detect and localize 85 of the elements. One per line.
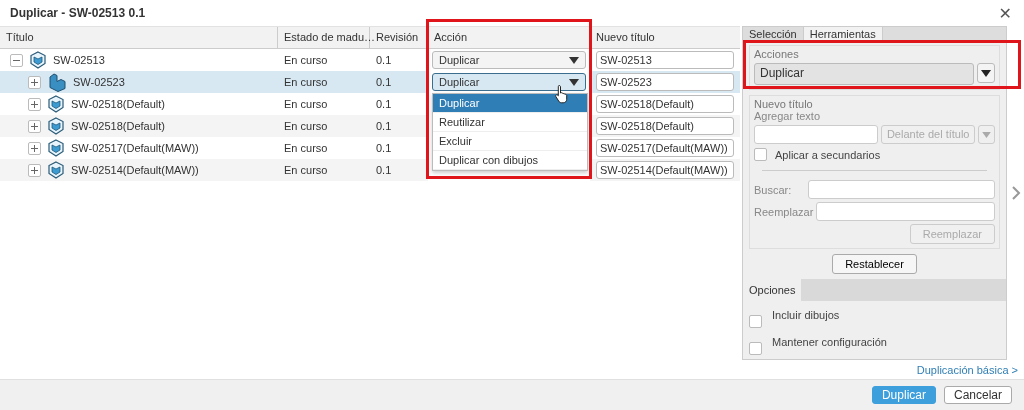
search-field[interactable] <box>808 180 995 199</box>
expand-toggle[interactable] <box>28 119 41 133</box>
tree-item[interactable]: SW-02518(Default) <box>0 115 278 137</box>
table-cell-text: 0.1 <box>375 141 393 156</box>
new-title-field[interactable]: SW-02514(Default(MAW)) <box>596 161 734 179</box>
basic-duplication-link[interactable]: Duplicación básica > <box>916 363 1018 376</box>
caret-icon <box>569 56 579 64</box>
new-title-field[interactable]: SW-02513 <box>596 51 734 69</box>
dropdown-option[interactable]: Duplicar con dibujos <box>433 151 587 170</box>
expand-toggle[interactable] <box>28 163 41 177</box>
checkbox-label: Incluir dibujos <box>772 309 840 321</box>
window-title: Duplicar - SW-02513 0.1 <box>10 6 146 20</box>
reset-button[interactable]: Restablecer <box>832 254 917 274</box>
table-cell-text: En curso <box>283 97 329 112</box>
checkbox[interactable] <box>749 315 762 328</box>
plus-icon <box>30 143 39 153</box>
new-title-field[interactable]: SW-02517(Default(MAW)) <box>596 139 734 157</box>
new-title-field[interactable]: SW-02518(Default) <box>596 117 734 135</box>
add-text-field[interactable] <box>754 125 878 144</box>
table-cell-text: En curso <box>283 53 329 68</box>
expand-toggle[interactable] <box>28 141 41 155</box>
item-title: SW-02517(Default(MAW)) <box>71 142 199 154</box>
plus-icon <box>30 99 39 109</box>
action-dropdown[interactable]: Duplicar <box>432 73 586 91</box>
item-title: SW-02523 <box>73 76 125 88</box>
column-header[interactable]: Título <box>0 27 278 48</box>
plus-icon <box>30 121 39 131</box>
item-title: SW-02518(Default) <box>71 120 165 132</box>
cube-icon <box>47 161 65 179</box>
tree-item[interactable]: SW-02517(Default(MAW)) <box>0 137 278 159</box>
chevron-right-icon[interactable] <box>1010 185 1021 201</box>
column-header[interactable]: Revisión <box>370 27 428 48</box>
tree-item[interactable]: SW-02513 <box>0 49 278 71</box>
cube-icon <box>47 95 65 113</box>
table-cell-text: En curso <box>283 141 329 156</box>
checkbox-label: Aplicar a secundarios <box>775 148 881 161</box>
plus-icon <box>30 77 39 87</box>
field-label: Agregar texto <box>754 110 822 122</box>
expand-toggle[interactable] <box>28 75 41 89</box>
column-header[interactable]: Nuevo título <box>590 27 740 48</box>
table-cell: En curso <box>278 71 370 93</box>
cancel-button[interactable]: Cancelar <box>943 386 1012 404</box>
caret-icon <box>982 131 992 138</box>
cube-icon <box>47 117 65 135</box>
action-dropdown[interactable]: Duplicar <box>432 51 586 69</box>
table-cell: 0.1 <box>370 159 428 181</box>
dropdown-option[interactable]: Reutilizar <box>433 113 587 132</box>
item-title: SW-02514(Default(MAW)) <box>71 164 199 176</box>
panel-tab[interactable]: Herramientas <box>803 27 883 41</box>
plus-icon <box>30 165 39 175</box>
table-cell-text: 0.1 <box>375 53 393 68</box>
column-header[interactable]: Acción <box>428 27 590 48</box>
replace-field[interactable] <box>816 202 995 221</box>
dropdown-button[interactable] <box>977 63 995 83</box>
dropdown-option[interactable]: Duplicar <box>433 94 587 113</box>
group-label: Acciones <box>754 48 800 60</box>
actions-dropdown[interactable]: Duplicar <box>754 63 974 85</box>
block-icon <box>47 72 67 92</box>
table-cell: 0.1 <box>370 115 428 137</box>
tree-item[interactable]: SW-02514(Default(MAW)) <box>0 159 278 181</box>
checkbox[interactable] <box>754 148 767 161</box>
tree-item[interactable]: SW-02518(Default) <box>0 93 278 115</box>
expand-toggle[interactable] <box>10 53 23 67</box>
field-label: Buscar: <box>754 183 792 196</box>
field-label: Reemplazar <box>754 205 814 218</box>
cube-icon <box>47 139 65 157</box>
table-cell: En curso <box>278 159 370 181</box>
table-cell: 0.1 <box>370 71 428 93</box>
table-cell: En curso <box>278 115 370 137</box>
tree-item[interactable]: SW-02523 <box>0 71 278 93</box>
cube-icon <box>29 51 47 69</box>
caret-icon <box>981 69 991 77</box>
table-cell-text: 0.1 <box>375 97 393 112</box>
item-title: SW-02518(Default) <box>71 98 165 110</box>
caret-icon <box>569 78 579 86</box>
group-label: Nuevo título <box>754 98 814 110</box>
close-button[interactable]: ✕ <box>994 3 1016 23</box>
dropdown-option[interactable]: Excluir <box>433 132 587 151</box>
checkbox[interactable] <box>749 342 762 355</box>
item-title: SW-02513 <box>53 54 105 66</box>
new-title-field[interactable]: SW-02523 <box>596 73 734 91</box>
checkbox-label: Mantener configuración <box>772 336 887 348</box>
new-title-field[interactable]: SW-02518(Default) <box>596 95 734 113</box>
expand-toggle[interactable] <box>28 97 41 111</box>
options-tab[interactable]: Opciones <box>743 279 802 301</box>
